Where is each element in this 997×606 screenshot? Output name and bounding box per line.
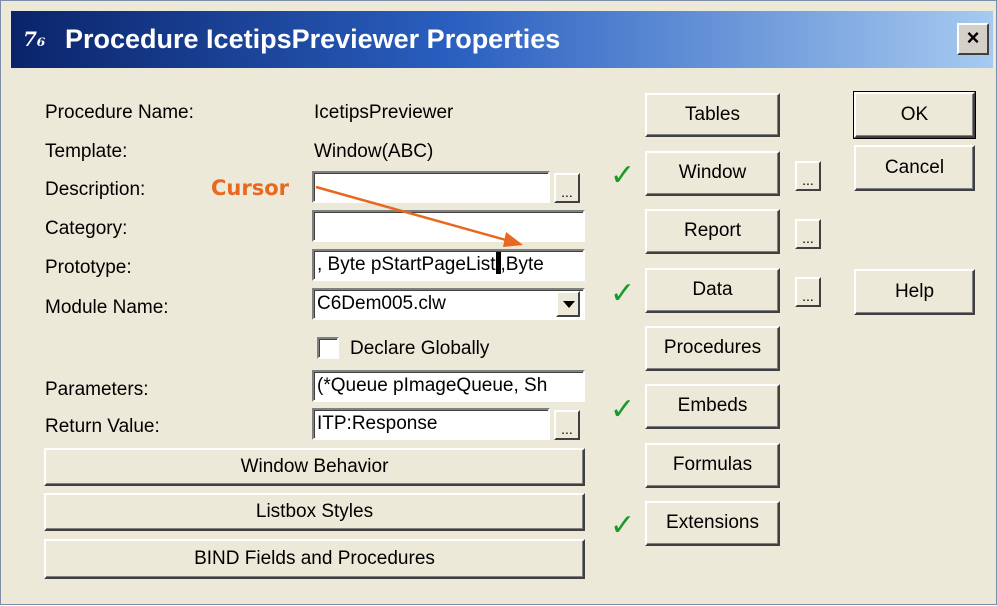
properties-dialog: 7₆ Procedure IcetipsPreviewer Properties…	[0, 0, 997, 605]
cursor-annotation-arrow	[315, 185, 523, 247]
